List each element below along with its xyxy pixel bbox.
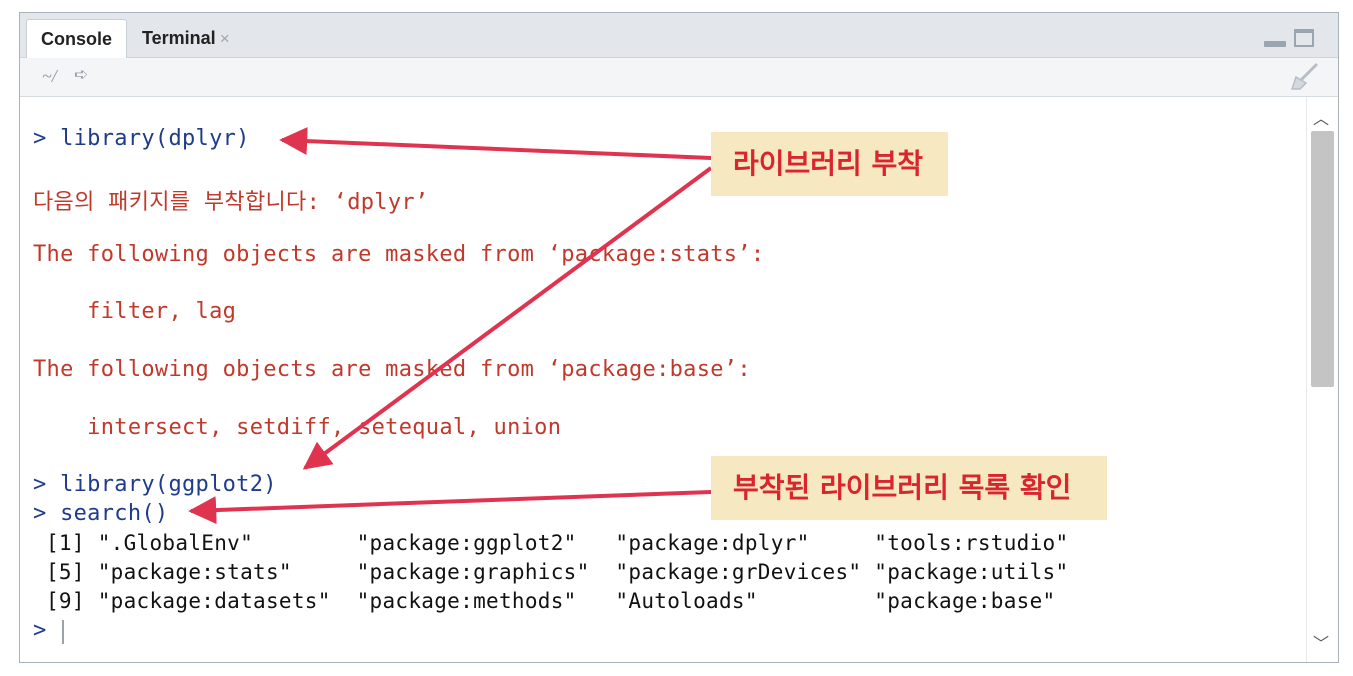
broom-icon[interactable] <box>1286 63 1320 91</box>
console-message-line: intersect, setdiff, setequal, union <box>33 415 562 440</box>
console-output[interactable]: > library(dplyr) 다음의 패키지를 부착합니다: ‘dplyr’… <box>20 97 1338 662</box>
minimize-icon[interactable] <box>1264 41 1286 47</box>
arrow-go-icon[interactable]: ➪ <box>74 65 88 85</box>
console-output-line: [9] "package:datasets" "package:methods"… <box>33 589 1056 613</box>
scrollbar-thumb[interactable] <box>1311 131 1334 387</box>
working-directory-path: ~/ <box>42 66 57 86</box>
console-prompt[interactable]: > <box>33 618 60 643</box>
console-output-line: [5] "package:stats" "package:graphics" "… <box>33 560 1069 584</box>
callout-list-libraries: 부착된 라이브러리 목록 확인 <box>711 456 1107 520</box>
text-cursor <box>62 620 64 644</box>
console-message-line: The following objects are masked from ‘p… <box>33 357 751 382</box>
console-message-line: 다음의 패키지를 부착합니다: ‘dplyr’ <box>33 190 429 215</box>
console-pane: Console Terminal × ~/ ➪ > library(dplyr) … <box>19 12 1339 663</box>
console-message-line: filter, lag <box>33 299 237 324</box>
maximize-icon[interactable] <box>1294 29 1314 47</box>
callout-attach-library: 라이브러리 부착 <box>711 132 948 196</box>
working-directory-bar: ~/ ➪ <box>20 58 1338 97</box>
chevron-down-icon[interactable]: ﹀ <box>1313 630 1329 654</box>
chevron-up-icon[interactable]: ︿ <box>1313 105 1329 129</box>
tab-terminal-label: Terminal <box>142 28 216 48</box>
tab-terminal[interactable]: Terminal × <box>128 19 252 57</box>
vertical-scrollbar[interactable]: ︿ ﹀ <box>1306 97 1338 662</box>
tab-bar: Console Terminal × <box>20 13 1338 58</box>
console-output-line: [1] ".GlobalEnv" "package:ggplot2" "pack… <box>33 531 1069 555</box>
window-controls <box>1260 27 1320 51</box>
console-message-line: The following objects are masked from ‘p… <box>33 242 765 267</box>
console-command-line: > library(dplyr) <box>33 126 250 151</box>
console-command-line: > library(ggplot2) <box>33 472 277 497</box>
close-icon[interactable]: × <box>220 29 230 48</box>
console-command-line: > search() <box>33 501 169 526</box>
tab-console[interactable]: Console <box>26 19 127 58</box>
